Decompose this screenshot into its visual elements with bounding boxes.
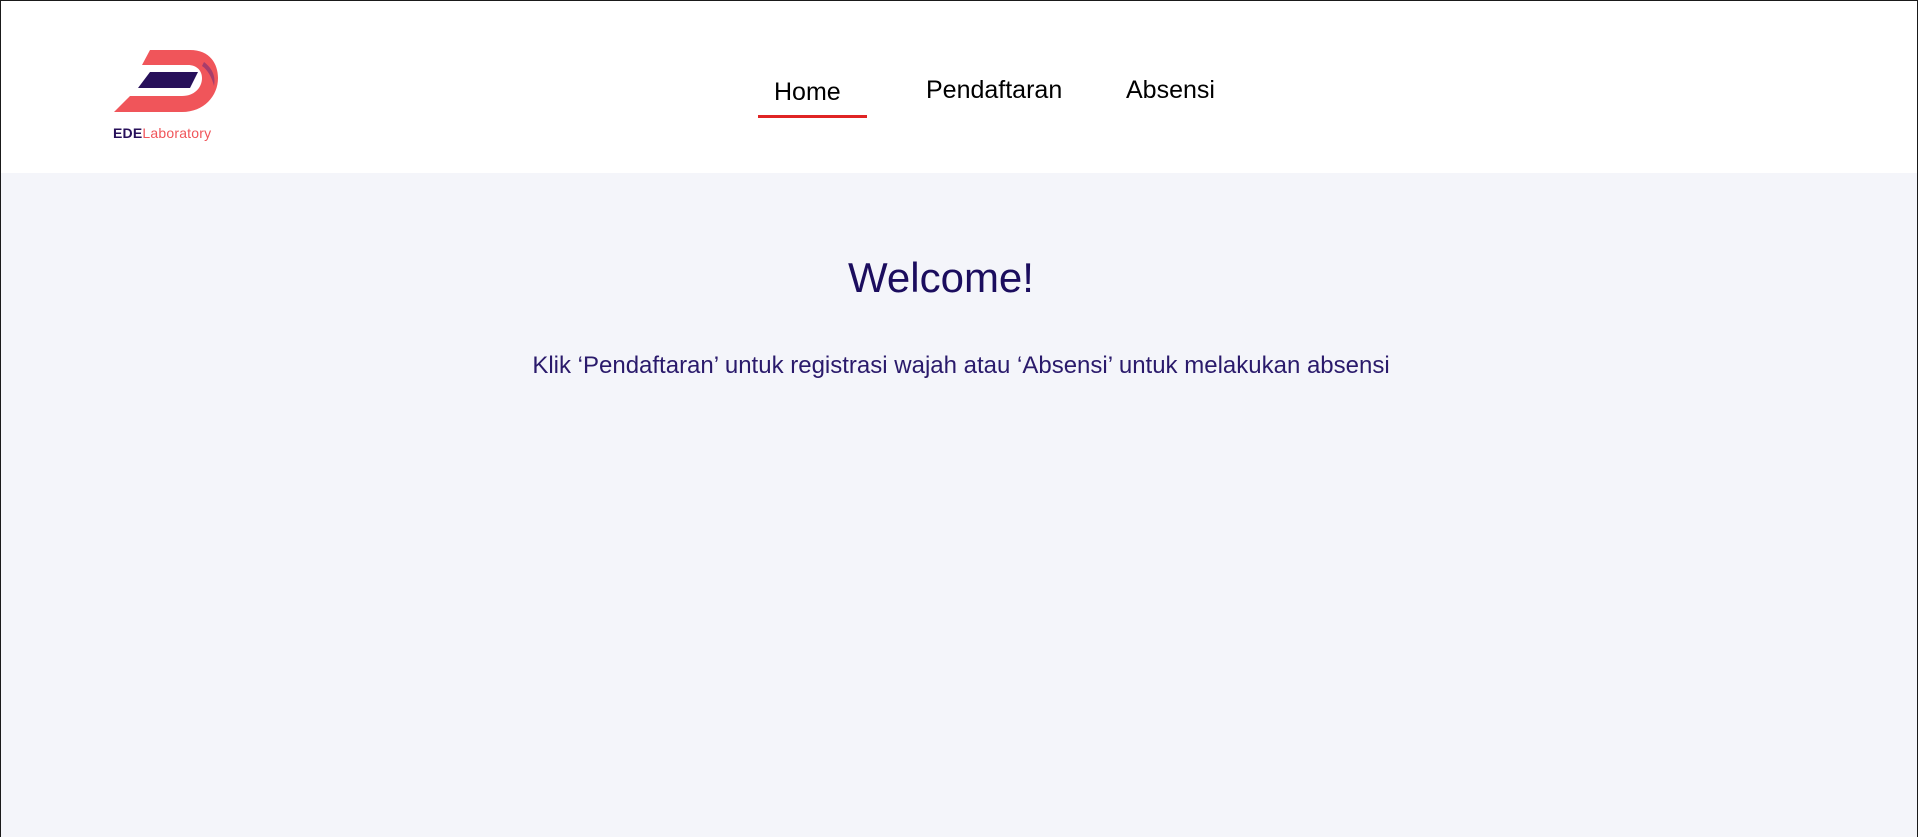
nav-active-indicator [758, 115, 867, 118]
logo-text-ede: EDE [113, 125, 143, 141]
nav-pendaftaran-link[interactable]: Pendaftaran [926, 75, 1062, 105]
nav-absensi-link[interactable]: Absensi [1126, 75, 1215, 105]
page-title: Welcome! [848, 254, 1034, 301]
top-navbar: EDELaboratory Home Pendaftaran Absensi [1, 1, 1917, 173]
logo-wordmark: EDELaboratory [113, 125, 211, 141]
logo-mark-icon [114, 50, 218, 112]
brand-logo[interactable]: EDELaboratory [112, 48, 218, 142]
logo-text-laboratory: Laboratory [142, 125, 212, 141]
app-window: EDELaboratory Home Pendaftaran Absensi W… [0, 0, 1918, 837]
page-subtitle: Klik ‘Pendaftaran’ untuk registrasi waja… [532, 352, 1390, 379]
nav-home-link[interactable]: Home [774, 77, 841, 107]
